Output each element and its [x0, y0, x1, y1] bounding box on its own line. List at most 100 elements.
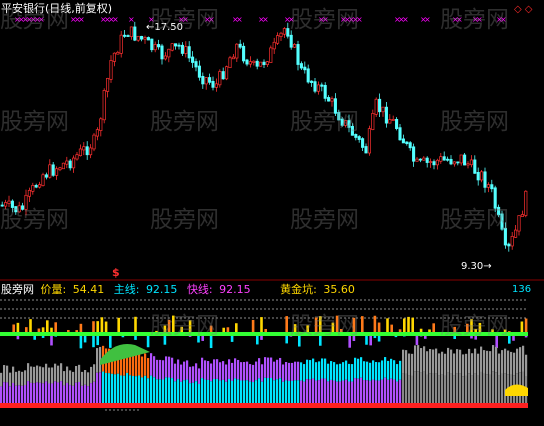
candle — [286, 28, 290, 37]
area-band-upper — [324, 358, 327, 379]
area-band-upper — [486, 350, 489, 375]
area-band-lower — [90, 383, 93, 403]
candle — [442, 156, 446, 161]
candle — [473, 159, 477, 174]
candle — [476, 172, 480, 181]
area-band-lower — [36, 382, 39, 403]
area-band-upper — [69, 370, 72, 386]
candle — [133, 26, 137, 41]
area-band-lower — [333, 380, 336, 403]
area-band-upper — [375, 361, 378, 381]
area-band-upper — [204, 360, 207, 380]
area-band-upper — [342, 362, 345, 381]
indicator-item-fast-line: 快线: 92.15 — [186, 283, 251, 296]
area-band-upper — [48, 367, 51, 384]
candle — [327, 97, 331, 102]
indicator-bar-up — [104, 321, 108, 333]
area-band-lower — [246, 380, 249, 403]
watermark: 股旁网 — [150, 313, 219, 339]
area-band-upper — [477, 353, 480, 376]
area-band-lower — [423, 371, 426, 403]
area-band-lower — [342, 380, 345, 403]
indicator-bar-up — [386, 318, 389, 333]
area-band-upper — [495, 346, 498, 373]
nav-diamond-icon[interactable]: ◇◇ — [514, 3, 535, 16]
area-band-upper — [165, 356, 168, 378]
area-band-lower — [69, 385, 72, 403]
candle — [106, 78, 110, 92]
area-band-lower — [207, 379, 210, 403]
indicator-bar-up — [251, 319, 255, 333]
area-band-upper — [186, 360, 189, 380]
area-band-lower — [153, 377, 156, 403]
area-band-lower — [18, 385, 21, 403]
indicator-header: 股旁网 价量: 54.41 主线: 92.15 快线: 92.15 黄金坑: 3… — [1, 283, 361, 296]
top-marker: × — [402, 15, 409, 24]
area-band-upper — [162, 360, 165, 380]
area-band-upper — [411, 353, 414, 376]
indicator-right-value: 136 — [512, 284, 532, 295]
area-band-lower — [495, 372, 498, 403]
area-band-upper — [261, 364, 264, 382]
area-band-upper — [153, 356, 156, 378]
area-band-upper — [435, 348, 438, 374]
area-band-lower — [45, 381, 48, 403]
area-band-lower — [225, 381, 228, 403]
indicator-bar-up — [79, 323, 83, 333]
area-band-lower — [483, 373, 486, 403]
area-band-upper — [3, 365, 6, 383]
area-band-upper — [177, 359, 180, 380]
area-band-upper — [414, 345, 417, 372]
candle — [31, 184, 35, 192]
area-band-upper — [0, 372, 3, 387]
area-band-upper — [438, 353, 441, 376]
area-band-upper — [246, 361, 249, 381]
area-band-upper — [60, 363, 63, 382]
area-band-upper — [366, 361, 369, 381]
area-band-upper — [462, 354, 465, 377]
area-band-upper — [489, 351, 492, 375]
area-band-upper — [255, 361, 258, 381]
area-band-lower — [219, 380, 222, 403]
area-band-lower — [318, 380, 321, 403]
area-band-upper — [420, 348, 423, 373]
indicator-bar-up — [403, 318, 406, 333]
area-band-lower — [468, 373, 471, 403]
candle — [320, 84, 324, 87]
area-band-lower — [255, 380, 258, 403]
area-band-upper — [294, 361, 297, 381]
area-band-upper — [426, 351, 429, 375]
candle — [214, 83, 218, 88]
area-band-lower — [384, 377, 387, 403]
area-band-upper — [144, 353, 147, 376]
candle — [72, 157, 76, 169]
indicator-bar-down — [92, 335, 95, 348]
area-band-lower — [405, 373, 408, 403]
area-band-upper — [417, 345, 420, 372]
area-band-lower — [288, 380, 291, 403]
area-band-upper — [444, 353, 447, 376]
area-band-lower — [327, 381, 330, 403]
area-band-lower — [105, 372, 108, 403]
area-band-lower — [462, 376, 465, 403]
area-band-lower — [324, 378, 327, 403]
indicator-bar-down — [415, 335, 419, 345]
candle — [378, 98, 382, 113]
area-band-upper — [480, 346, 483, 372]
indicator-bar-down — [109, 335, 112, 348]
area-band-lower — [240, 380, 243, 403]
area-band-lower — [258, 378, 261, 403]
area-band-lower — [459, 373, 462, 403]
area-band-upper — [330, 361, 333, 380]
candle — [510, 236, 514, 247]
area-band-lower — [396, 381, 399, 403]
candle — [197, 65, 201, 78]
area-band-lower — [228, 378, 231, 403]
area-band-lower — [354, 378, 357, 403]
candle — [469, 159, 473, 166]
candle — [228, 57, 232, 69]
area-band-upper — [84, 369, 87, 385]
area-band-upper — [372, 360, 375, 380]
candle — [180, 44, 184, 54]
area-band-upper — [228, 359, 231, 379]
